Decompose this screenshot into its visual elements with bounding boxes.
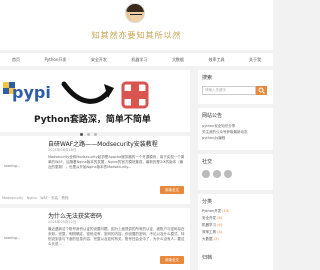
search-widget: 搜索 请输入关键字 [198,70,273,104]
search-icon [258,87,265,94]
github-icon[interactable] [224,170,232,178]
post-date: 2021年05月22日 [48,220,77,224]
post-title[interactable]: 自研WAF之路——Modsecurity安装教程 [48,139,158,148]
social-widget: 社交 [198,154,273,190]
avatar[interactable] [125,3,145,23]
archive-widget-title: 归档 [202,255,213,261]
avatar-hair [126,4,144,12]
category-count: (4) [217,230,223,234]
page: 知其然亦要知其所以然 首页 Python开发 安全开发 机器学习 大数据 效率工… [0,0,273,270]
read-more-button[interactable]: 阅读全文 [160,186,184,194]
category-count: (15) [222,209,230,213]
site-title[interactable]: 知其然亦要知其所以然 [0,30,273,41]
social-icons [202,170,232,178]
search-widget-title: 搜索 [202,75,213,81]
category-count: (3) [213,237,219,241]
category-name: 大数据 [202,237,213,241]
nav-item-python[interactable]: Python开发 [45,53,67,66]
post-thumbnail[interactable] [2,226,38,256]
post-excerpt: Modsecurity全称Modsecurity起初是Apache服务器的一个开… [48,155,185,169]
nav-item-bigdata[interactable]: 大数据 [172,53,184,66]
pypi-wordmark: pypi [12,83,51,102]
category-name: 安全开发 [202,216,216,220]
avatar-glasses [130,14,142,17]
post-card: loading... 自研WAF之路——Modsecurity安装教程 2021… [0,136,190,204]
site-header: 知其然亦要知其所以然 [0,0,273,50]
notice-line: python安全知识分享 [202,124,236,128]
category-name: 效率工具 [202,230,216,234]
category-count: (6) [217,223,223,227]
notice-widget: 网站公告 python安全知识分享 关注我的公众号获取最新动态 python/j… [198,108,273,150]
category-count: (8) [217,216,223,220]
nav-item-about[interactable]: 关于我 [249,53,261,66]
notice-widget-title: 网站公告 [202,113,223,119]
post-excerpt: 最近遇到这个账号身份认证的设置问题，因为上面提供的所有的认证，被账户与密码存在未… [48,227,185,246]
notice-line: python/js编程 [202,136,226,140]
category-item[interactable]: 机器学习 (6) [202,223,222,228]
banner-caption: Python套路深，简单不简单 [34,115,151,125]
category-name: Python开发 [202,209,222,213]
post-tags[interactable]: Modsecurity · Nginx · WAF · 安装 · 教程 [2,196,69,201]
read-more-button[interactable]: 阅读全文 [160,256,184,264]
wechat-icon[interactable] [202,170,210,178]
search-input[interactable]: 请输入关键字 [202,86,256,95]
post-date: 2021年06月18日 [48,148,77,152]
nav-item-tools[interactable]: 效率工具 [208,53,224,66]
category-item[interactable]: 效率工具 (4) [202,230,222,235]
post-card: loading... 为什么无法获奖密码 2021年05月22日 最近遇到这个账… [0,208,190,270]
thumbnail-loading-label: loading... [4,236,21,240]
post-title[interactable]: 为什么无法获奖密码 [48,211,102,220]
main-nav: 首页 Python开发 安全开发 机器学习 大数据 效率工具 关于我 [0,52,273,66]
search-button[interactable] [256,86,267,95]
nav-item-security[interactable]: 安全开发 [91,53,107,66]
category-item[interactable]: Python开发 (15) [202,209,229,214]
nav-item-home[interactable]: 首页 [12,53,20,66]
weibo-icon[interactable] [213,170,221,178]
notice-line: 关注我的公众号获取最新动态 [202,130,248,134]
category-item[interactable]: 大数据 (3) [202,237,219,242]
thumbnail-loading-label: loading... [4,164,21,168]
arrow-icon [61,81,114,104]
category-widget-title: 分类 [202,199,213,205]
category-widget: 分类 Python开发 (15) 安全开发 (8) 机器学习 (6) 效率工具 … [198,194,273,270]
category-name: 机器学习 [202,223,216,227]
package-cube-icon [121,81,149,109]
post-thumbnail[interactable] [2,154,38,184]
category-item[interactable]: 安全开发 (8) [202,216,222,221]
social-widget-title: 社交 [202,159,213,165]
banner-slide[interactable]: pypi Python套路深，简单不简单 [0,70,190,132]
nav-item-ml[interactable]: 机器学习 [131,53,147,66]
